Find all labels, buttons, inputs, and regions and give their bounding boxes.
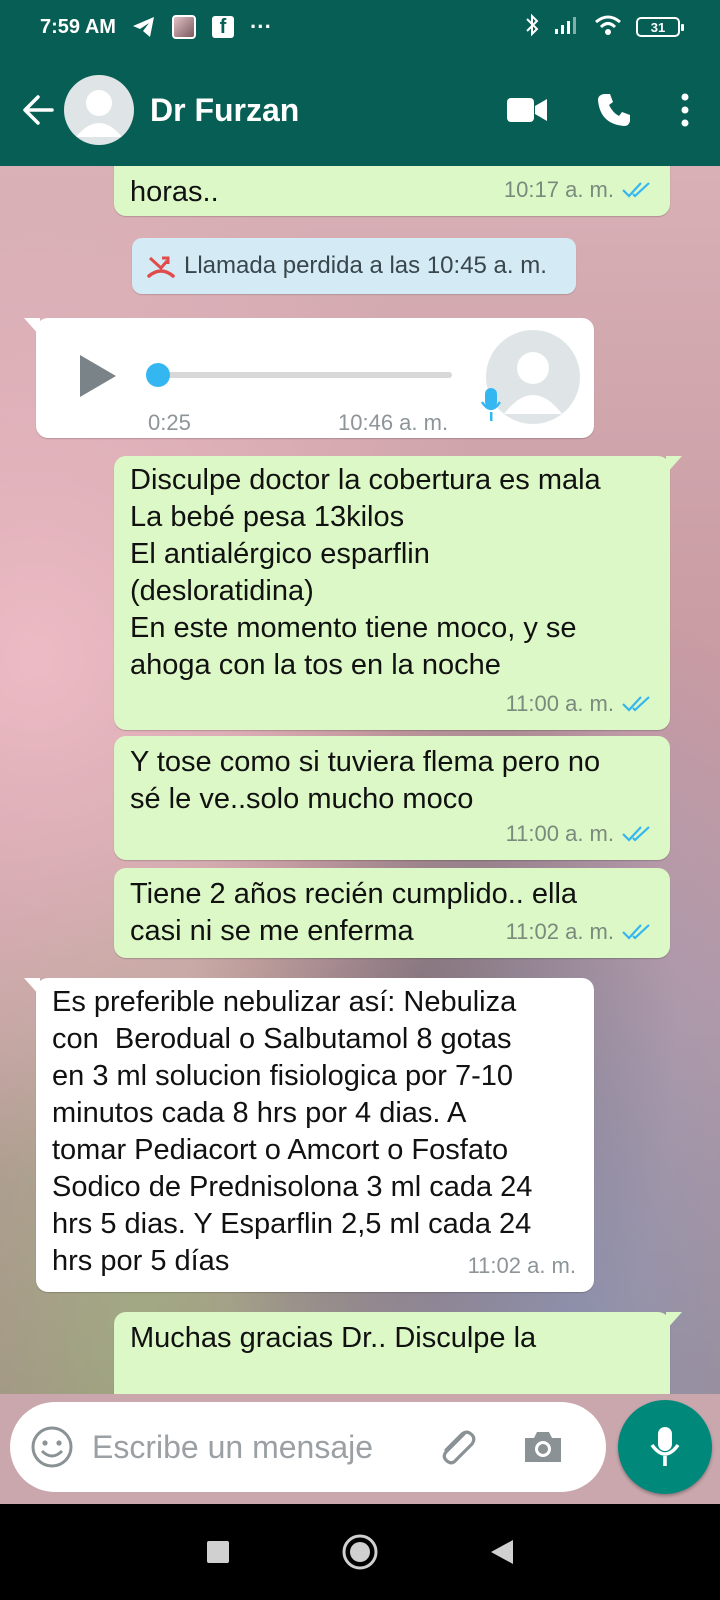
camera-icon xyxy=(525,1432,561,1462)
bubble-tail xyxy=(24,978,40,996)
voice-seek-bar[interactable] xyxy=(146,363,452,387)
double-check-icon xyxy=(622,825,650,842)
video-call-button[interactable] xyxy=(506,96,548,124)
message-text: Disculpe doctor la cobertura es mala La … xyxy=(130,464,601,681)
message-meta: 11:00 a. m. xyxy=(506,815,652,852)
menu-button[interactable] xyxy=(680,93,690,127)
message-text: Y tose como si tuviera flema pero no sé … xyxy=(130,746,601,815)
chat-header: Dr Furzan xyxy=(0,54,720,166)
more-vert-icon xyxy=(681,93,689,127)
attach-button[interactable] xyxy=(434,1424,480,1470)
square-icon xyxy=(207,1541,229,1563)
double-check-icon xyxy=(622,695,650,712)
play-icon xyxy=(80,355,116,397)
arrow-left-icon xyxy=(23,95,54,125)
contact-name[interactable]: Dr Furzan xyxy=(150,92,299,129)
double-check-icon xyxy=(622,923,650,940)
video-camera-icon xyxy=(507,98,547,122)
missed-call-icon xyxy=(144,254,178,278)
message-outgoing[interactable]: Tiene 2 años recién cumplido.. ella casi… xyxy=(114,868,670,958)
message-input[interactable] xyxy=(92,1417,422,1477)
voice-message[interactable]: 0:25 10:46 a. m. xyxy=(24,318,594,438)
message-meta: 11:02 a. m. xyxy=(506,913,652,950)
message-outgoing[interactable]: horas.. 10:17 a. m. xyxy=(114,166,670,216)
emoji-icon xyxy=(31,1426,73,1468)
bubble-tail xyxy=(666,456,682,474)
bluetooth-icon xyxy=(524,13,540,42)
message-text: Es preferible nebulizar así: Nebuliza co… xyxy=(52,986,533,1277)
message-meta: 11:02 a. m. xyxy=(468,1247,576,1284)
voice-call-button[interactable] xyxy=(596,92,632,128)
status-bar: 7:59 AM f ··· 31 xyxy=(0,0,720,54)
camera-button[interactable] xyxy=(520,1424,566,1470)
voice-record-button[interactable] xyxy=(618,1400,712,1494)
message-outgoing[interactable]: Y tose como si tuviera flema pero no sé … xyxy=(114,736,670,860)
message-outgoing[interactable]: Disculpe doctor la cobertura es mala La … xyxy=(114,456,682,730)
message-time: 10:46 a. m. xyxy=(338,410,449,435)
message-composer xyxy=(10,1402,606,1492)
message-time: 11:00 a. m. xyxy=(505,691,614,716)
recents-button[interactable] xyxy=(205,1539,231,1565)
paperclip-icon xyxy=(442,1430,476,1465)
message-outgoing[interactable]: Muchas gracias Dr.. Disculpe la xyxy=(114,1312,682,1394)
notification-avatar-icon xyxy=(171,15,196,39)
play-button[interactable] xyxy=(76,352,120,400)
seek-handle[interactable] xyxy=(146,363,170,387)
home-button[interactable] xyxy=(341,1533,379,1571)
telegram-icon xyxy=(132,16,156,38)
signal-icon xyxy=(554,15,580,40)
status-time: 7:59 AM xyxy=(40,15,116,38)
message-text: Muchas gracias Dr.. Disculpe la xyxy=(130,1322,537,1354)
more-notifications-icon: ··· xyxy=(249,14,272,39)
microphone-icon xyxy=(480,386,502,434)
double-check-icon xyxy=(622,181,650,198)
microphone-icon xyxy=(650,1427,680,1466)
circle-icon xyxy=(342,1534,378,1570)
message-incoming[interactable]: Es preferible nebulizar así: Nebuliza co… xyxy=(24,978,594,1292)
wifi-icon xyxy=(594,14,622,41)
message-time: 11:00 a. m. xyxy=(505,821,614,846)
voice-duration: 0:25 xyxy=(148,410,191,435)
message-time: 11:02 a. m. xyxy=(467,1253,576,1278)
bubble-tail xyxy=(666,1312,682,1330)
contact-avatar[interactable] xyxy=(64,75,134,145)
message-time: 10:17 a. m. xyxy=(503,177,614,202)
message-time: 11:02 a. m. xyxy=(505,919,614,944)
battery-icon: 31 xyxy=(636,17,684,37)
phone-icon xyxy=(598,94,630,126)
missed-call-text: Llamada perdida a las 10:45 a. m. xyxy=(184,252,547,279)
facebook-icon: f xyxy=(211,16,234,38)
message-meta: 11:00 a. m. xyxy=(506,685,652,722)
chat-area[interactable]: horas.. 10:17 a. m. Llamada perdida a la… xyxy=(0,166,720,1394)
missed-call-notice: Llamada perdida a las 10:45 a. m. xyxy=(132,238,576,294)
emoji-button[interactable] xyxy=(30,1425,74,1469)
back-nav-button[interactable] xyxy=(489,1538,515,1566)
message-text: horas.. xyxy=(130,176,219,208)
back-button[interactable] xyxy=(12,80,64,140)
system-nav-bar xyxy=(0,1504,720,1600)
message-meta: 10:17 a. m. xyxy=(504,171,652,208)
bubble-tail xyxy=(24,318,40,336)
triangle-back-icon xyxy=(491,1540,513,1564)
